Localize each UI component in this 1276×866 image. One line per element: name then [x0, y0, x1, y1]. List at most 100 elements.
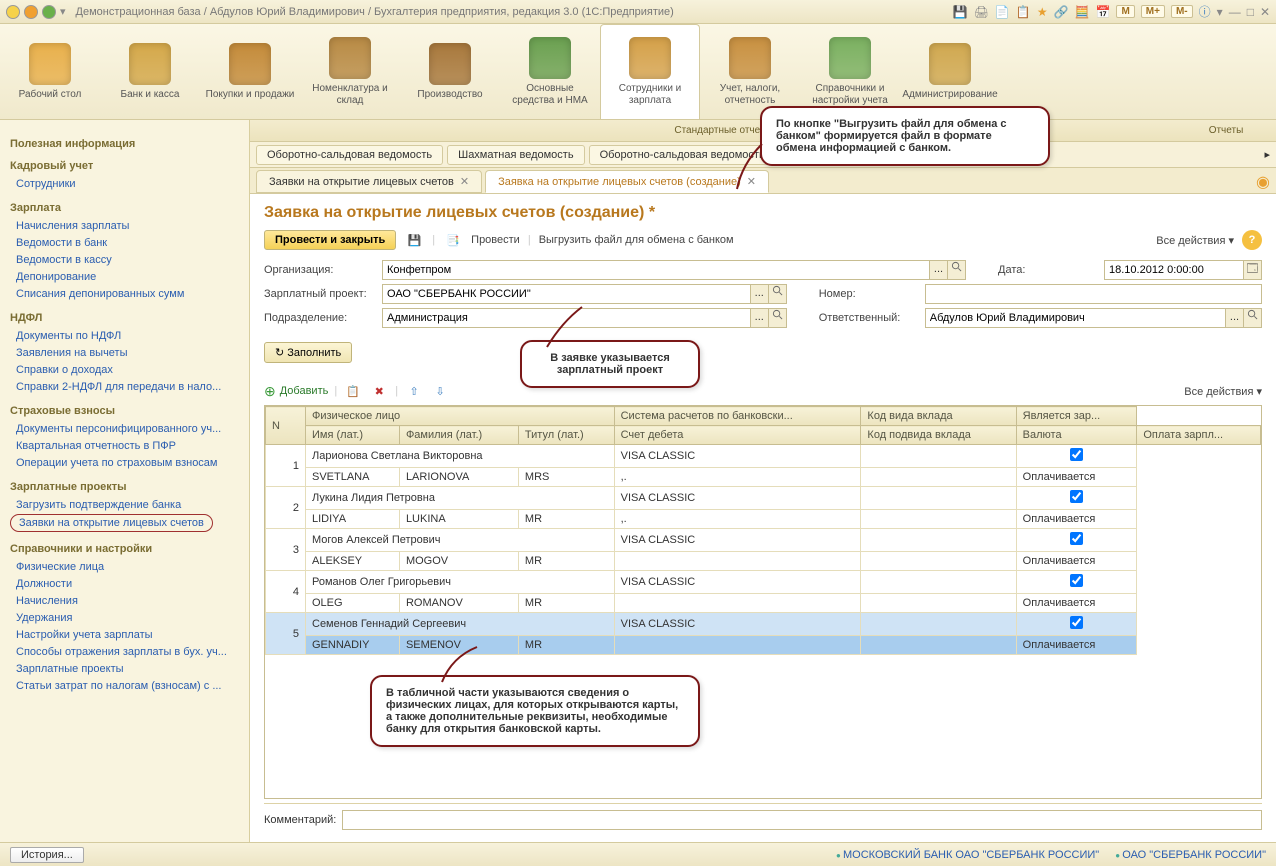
calc-icon[interactable]: 🧮 [1075, 5, 1090, 19]
date-input[interactable] [1104, 260, 1244, 280]
sidebar-link[interactable]: Заявки на открытие лицевых счетов [10, 514, 213, 532]
provesti-button[interactable]: Провести [471, 234, 520, 246]
select-icon[interactable]: ... [751, 284, 769, 304]
table-row-sub[interactable]: LIDIYALUKINAMR,.Оплачивается [266, 510, 1261, 529]
sidebar-link[interactable]: Зарплатные проекты [10, 661, 239, 677]
fav-toggle-icon[interactable]: ◉ [1256, 172, 1270, 192]
table-row[interactable]: 1Ларионова Светлана ВикторовнаVISA CLASS… [266, 445, 1261, 468]
doc-icon[interactable]: 📄 [995, 5, 1010, 19]
toolbar-item[interactable]: Основные средства и НМА [500, 24, 600, 119]
report-tab[interactable]: Оборотно-сальдовая ведомость [256, 145, 443, 165]
m-plus-button[interactable]: M+ [1141, 5, 1165, 18]
save-icon[interactable]: 💾 [404, 230, 424, 250]
search-icon[interactable] [1244, 308, 1262, 328]
col-header[interactable]: Код вида вклада [861, 407, 1016, 426]
sidebar-link[interactable]: Начисления [10, 593, 239, 609]
table-row[interactable]: 5Семенов Геннадий СергеевичVISA CLASSIC [266, 613, 1261, 636]
table-row[interactable]: 4Романов Олег ГригорьевичVISA CLASSIC [266, 571, 1261, 594]
col-subheader[interactable]: Валюта [1016, 426, 1137, 445]
close-icon[interactable]: ✕ [460, 175, 469, 188]
col-subheader[interactable]: Оплата зарпл... [1137, 426, 1261, 445]
select-icon[interactable]: ... [930, 260, 948, 280]
sidebar-link[interactable]: Депонирование [10, 269, 239, 285]
maximize-icon[interactable]: □ [1247, 5, 1254, 19]
m-minus-button[interactable]: M- [1171, 5, 1193, 18]
sidebar-link[interactable]: Должности [10, 576, 239, 592]
export-file-button[interactable]: Выгрузить файл для обмена с банком [539, 234, 734, 246]
col-subheader[interactable]: Титул (лат.) [518, 426, 614, 445]
col-subheader[interactable]: Счет дебета [614, 426, 861, 445]
sidebar-link[interactable]: Заявления на вычеты [10, 345, 239, 361]
sidebar-link[interactable]: Документы персонифицированного уч... [10, 421, 239, 437]
sidebar-link[interactable]: Настройки учета зарплаты [10, 627, 239, 643]
save-icon[interactable]: 💾 [953, 5, 968, 19]
row-checkbox[interactable] [1070, 574, 1083, 587]
toolbar-item[interactable]: Справочники и настройки учета [800, 24, 900, 119]
sidebar-link[interactable]: Квартальная отчетность в ПФР [10, 438, 239, 454]
clip-icon[interactable]: 📋 [1016, 5, 1031, 19]
nav-fwd-icon[interactable] [42, 5, 56, 19]
table-row-sub[interactable]: ALEKSEYMOGOVMRОплачивается [266, 552, 1261, 571]
sidebar-link[interactable]: Физические лица [10, 559, 239, 575]
col-subheader[interactable]: Код подвида вклада [861, 426, 1016, 445]
calendar-icon[interactable]: 📅 [1096, 5, 1111, 19]
print-icon[interactable]: 🖨 [974, 5, 989, 19]
row-checkbox[interactable] [1070, 490, 1083, 503]
provesti-icon[interactable]: 📑 [443, 230, 463, 250]
sidebar-link[interactable]: Документы по НДФЛ [10, 328, 239, 344]
row-checkbox[interactable] [1070, 616, 1083, 629]
table-row-sub[interactable]: OLEGROMANOVMRОплачивается [266, 594, 1261, 613]
fill-button[interactable]: ↻ Заполнить [264, 342, 352, 363]
sidebar-link[interactable]: Сотрудники [10, 176, 239, 192]
row-checkbox[interactable] [1070, 532, 1083, 545]
search-icon[interactable] [769, 284, 787, 304]
toolbar-item[interactable]: Банк и касса [100, 24, 200, 119]
toolbar-item[interactable]: Номенклатура и склад [300, 24, 400, 119]
table-row-sub[interactable]: GENNADIYSEMENOVMRОплачивается [266, 636, 1261, 655]
chevron-right-icon[interactable]: ▸ [1264, 148, 1270, 161]
table-row-sub[interactable]: SVETLANALARIONOVAMRS,.Оплачивается [266, 468, 1261, 487]
sidebar-link[interactable]: Способы отражения зарплаты в бух. уч... [10, 644, 239, 660]
toolbar-item[interactable]: Покупки и продажи [200, 24, 300, 119]
star-icon[interactable]: ★ [1037, 5, 1048, 19]
toolbar-item[interactable]: Администрирование [900, 24, 1000, 119]
help-icon[interactable]: ? [1242, 230, 1262, 250]
toolbar-item[interactable]: Рабочий стол [0, 24, 100, 119]
sidebar-link[interactable]: Списания депонированных сумм [10, 286, 239, 302]
col-header[interactable]: Является зар... [1016, 407, 1137, 426]
doc-tab[interactable]: Заявки на открытие лицевых счетов✕ [256, 170, 482, 193]
close-icon[interactable]: ✕ [1260, 5, 1270, 19]
select-icon[interactable]: ... [751, 308, 769, 328]
add-button[interactable]: Добавить [264, 383, 328, 400]
table-row[interactable]: 2Лукина Лидия ПетровнаVISA CLASSIC [266, 487, 1261, 510]
doc-tab[interactable]: Заявка на открытие лицевых счетов (созда… [485, 170, 769, 193]
calendar-icon[interactable]: 🗔 [1244, 260, 1262, 280]
dropdown-icon[interactable]: ▾ [1217, 5, 1223, 19]
sidebar-link[interactable]: Удержания [10, 610, 239, 626]
sidebar-link[interactable]: Ведомости в кассу [10, 252, 239, 268]
info-icon[interactable]: ⓘ [1199, 3, 1211, 20]
move-up-icon[interactable]: ⇧ [404, 381, 424, 401]
status-link[interactable]: ОАО "СБЕРБАНК РОССИИ" [1115, 849, 1266, 861]
col-subheader[interactable]: Имя (лат.) [306, 426, 400, 445]
org-input[interactable] [382, 260, 930, 280]
select-icon[interactable]: ... [1226, 308, 1244, 328]
num-input[interactable] [925, 284, 1262, 304]
sidebar-link[interactable]: Справки 2-НДФЛ для передачи в нало... [10, 379, 239, 395]
sidebar-link[interactable]: Загрузить подтверждение банка [10, 497, 239, 513]
report-tab[interactable]: Шахматная ведомость [447, 145, 584, 165]
link-icon[interactable]: 🔗 [1054, 5, 1069, 19]
move-down-icon[interactable]: ⇩ [430, 381, 450, 401]
sidebar-link[interactable]: Ведомости в банк [10, 235, 239, 251]
all-actions-button[interactable]: Все действия ▾ [1156, 234, 1234, 247]
search-icon[interactable] [948, 260, 966, 280]
table-row[interactable]: 3Могов Алексей ПетровичVISA CLASSIC [266, 529, 1261, 552]
nav-back-icon[interactable] [24, 5, 38, 19]
dropdown-icon[interactable]: ▾ [60, 5, 66, 19]
proj-input[interactable] [382, 284, 751, 304]
minimize-icon[interactable]: — [1229, 5, 1241, 19]
resp-input[interactable] [925, 308, 1226, 328]
toolbar-item[interactable]: Учет, налоги, отчетность [700, 24, 800, 119]
status-link[interactable]: МОСКОВСКИЙ БАНК ОАО "СБЕРБАНК РОССИИ" [836, 849, 1099, 861]
col-header[interactable]: Система расчетов по банковски... [614, 407, 861, 426]
